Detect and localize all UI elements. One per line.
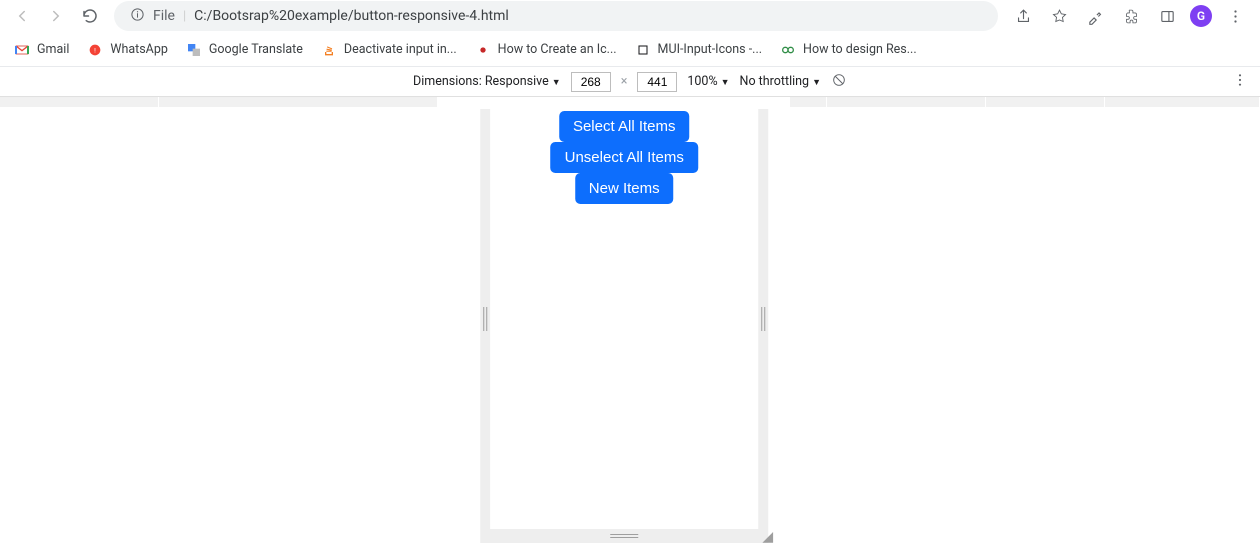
bookmark-how-to-design[interactable]: How to design Res... [780,42,917,58]
reload-button[interactable] [76,2,104,30]
bookmark-label: How to Create an Ic... [498,42,617,57]
forward-button[interactable] [42,2,70,30]
viewport-height-input[interactable] [637,72,677,92]
box-icon [635,42,651,58]
zoom-value: 100% [687,74,717,89]
toolbar-trailing: G [1010,3,1252,29]
bookmark-gtranslate[interactable]: Google Translate [186,42,303,58]
bookmark-whatsapp[interactable]: ! WhatsApp [87,42,168,58]
sidepanel-icon [1159,8,1176,25]
chevron-down-icon: ▼ [812,78,821,88]
dimensions-dropdown[interactable]: Dimensions: Responsive▼ [413,74,561,89]
chevron-down-icon: ▼ [721,78,730,88]
extensions-button[interactable] [1118,3,1144,29]
gfg-icon [780,42,796,58]
puzzle-icon [1123,8,1140,25]
select-all-button[interactable]: Select All Items [559,111,690,142]
browser-toolbar: File | C:/Bootsrap%20example/button-resp… [0,0,1260,33]
viewport-width-input[interactable] [571,72,611,92]
info-icon [130,7,145,26]
devtools-more-button[interactable] [1232,72,1248,92]
new-items-button[interactable]: New Items [575,173,674,204]
svg-text:!: ! [95,46,97,54]
bookmarks-bar: Gmail ! WhatsApp Google Translate Deacti… [0,33,1260,67]
bookmark-label: Deactivate input in... [344,42,457,57]
sidepanel-button[interactable] [1154,3,1180,29]
kebab-icon [1227,8,1244,25]
button-stack: Select All Items Unselect All Items New … [551,111,698,204]
throttling-value: No throttling [740,74,810,89]
red-dot-icon [475,42,491,58]
bookmark-label: Google Translate [209,42,303,57]
rotate-button[interactable] [831,72,847,92]
x-separator: × [621,74,628,89]
bookmark-how-to-create[interactable]: How to Create an Ic... [475,42,617,58]
bookmark-deactivate-input[interactable]: Deactivate input in... [321,42,457,58]
star-icon [1051,8,1068,25]
gmail-icon [14,42,30,58]
unselect-all-button[interactable]: Unselect All Items [551,142,698,173]
arrow-right-icon [47,7,65,25]
device-emulation-area: Select All Items Unselect All Items New … [0,109,1260,557]
bookmark-label: Gmail [37,42,69,57]
address-bar[interactable]: File | C:/Bootsrap%20example/button-resp… [114,1,998,31]
resize-handle-left[interactable] [480,109,490,529]
whatsapp-icon: ! [87,42,103,58]
avatar-initial: G [1197,9,1205,23]
url-text: C:/Bootsrap%20example/button-responsive-… [194,8,509,24]
eyedropper-icon [1087,8,1104,25]
zoom-dropdown[interactable]: 100% ▼ [687,74,729,89]
kebab-icon [1232,72,1248,88]
profile-avatar[interactable]: G [1190,5,1212,27]
rotate-icon [831,72,847,88]
dimensions-label: Dimensions: Responsive [413,74,549,89]
separator: | [183,9,186,24]
bookmark-button[interactable] [1046,3,1072,29]
throttling-dropdown[interactable]: No throttling▼ [740,74,821,89]
bookmark-mui-input-icons[interactable]: MUI-Input-Icons -... [635,42,763,58]
share-icon [1015,8,1032,25]
menu-button[interactable] [1222,3,1248,29]
bookmark-label: WhatsApp [110,42,168,57]
eyedropper-button[interactable] [1082,3,1108,29]
bookmark-label: MUI-Input-Icons -... [658,42,763,57]
share-button[interactable] [1010,3,1036,29]
gtranslate-icon [186,42,202,58]
bookmark-gmail[interactable]: Gmail [14,42,69,58]
arrow-left-icon [13,7,31,25]
responsive-ruler [0,97,1260,109]
back-button[interactable] [8,2,36,30]
devtools-device-toolbar: Dimensions: Responsive▼ × 100%▼ No throt… [0,67,1260,97]
url-scheme-label: File [153,8,175,24]
stackoverflow-icon [321,42,337,58]
bookmark-label: How to design Res... [803,42,917,57]
chevron-down-icon: ▼ [552,78,561,88]
reload-icon [81,7,99,25]
emulated-viewport: Select All Items Unselect All Items New … [490,109,758,529]
resize-handle-right[interactable] [758,109,768,529]
resize-handle-bottom[interactable] [480,529,768,543]
resize-handle-corner[interactable]: ◢ [762,529,773,545]
